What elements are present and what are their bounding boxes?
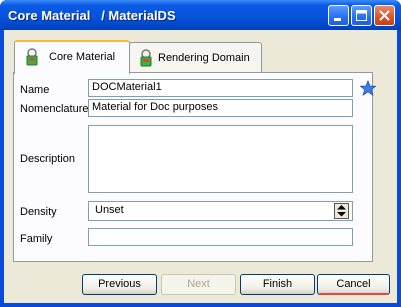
previous-button[interactable]: Previous xyxy=(82,274,157,295)
cancel-button[interactable]: Cancel xyxy=(317,274,390,295)
dialog-body: Core Material Rendering Domain Name DOCM… xyxy=(4,30,397,303)
star-icon[interactable] xyxy=(360,80,376,96)
tab-core-material[interactable]: Core Material xyxy=(14,40,130,74)
window-title: Core Material / MaterialDS xyxy=(8,8,176,23)
minimize-icon xyxy=(334,18,341,21)
description-field[interactable] xyxy=(88,125,353,193)
name-field[interactable]: DOCMaterial1 xyxy=(88,79,353,97)
material-icon xyxy=(140,49,152,67)
family-field[interactable] xyxy=(88,228,353,246)
maximize-button[interactable] xyxy=(351,5,372,26)
minimize-button[interactable] xyxy=(328,5,349,26)
density-select[interactable]: Unset xyxy=(88,201,353,221)
close-button[interactable] xyxy=(374,5,395,26)
density-label: Density xyxy=(20,206,57,218)
close-icon xyxy=(379,10,390,21)
material-dialog: Core Material / MaterialDS Core Material xyxy=(0,0,401,307)
description-label: Description xyxy=(20,153,76,165)
title-bar[interactable]: Core Material / MaterialDS xyxy=(0,0,401,30)
nomenclature-label: Nomenclature xyxy=(20,103,89,115)
nomenclature-field[interactable]: Material for Doc purposes xyxy=(88,99,353,117)
tab-label: Core Material xyxy=(49,51,116,63)
maximize-icon xyxy=(356,10,367,21)
tab-rendering-domain[interactable]: Rendering Domain xyxy=(129,42,262,73)
finish-button[interactable]: Finish xyxy=(240,274,315,295)
family-label: Family xyxy=(20,233,53,245)
name-label: Name xyxy=(20,84,50,96)
material-icon xyxy=(26,48,38,66)
next-button[interactable]: Next xyxy=(161,274,236,295)
density-spinner[interactable] xyxy=(334,203,349,219)
tab-label: Rendering Domain xyxy=(158,52,250,64)
tab-panel: Name DOCMaterial1 Nomenclature Material … xyxy=(13,72,376,262)
spin-arrows-icon xyxy=(337,205,346,217)
